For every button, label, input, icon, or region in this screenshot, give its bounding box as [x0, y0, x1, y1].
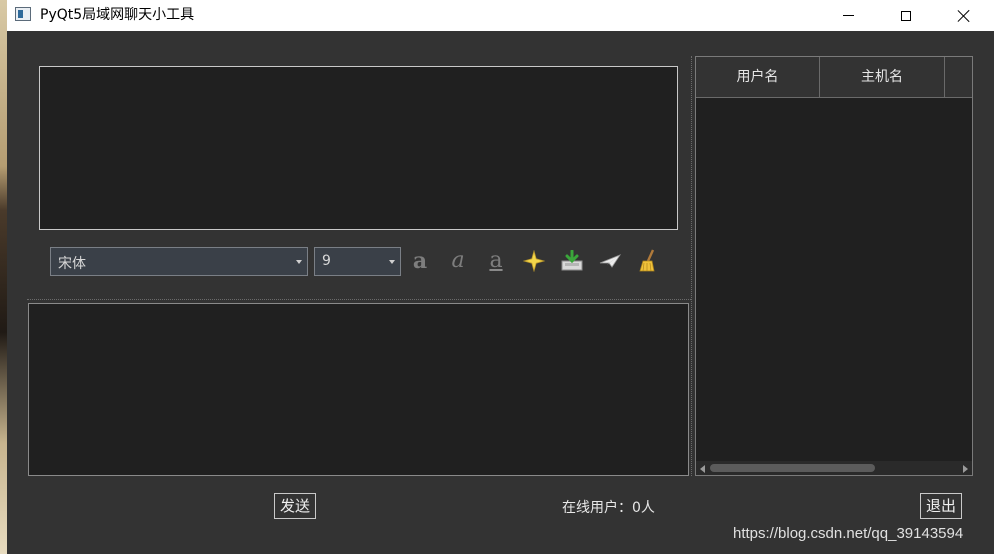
scroll-right-icon[interactable] [963, 465, 968, 473]
send-file-button[interactable] [596, 247, 624, 275]
text-color-button[interactable] [520, 247, 548, 275]
chat-window: PyQt5局域网聊天小工具 宋体 9 a a a 用户名 主机名 发送 在线用户… [7, 0, 994, 554]
send-plane-icon [599, 254, 622, 268]
maximize-icon [901, 10, 911, 21]
bold-button[interactable]: a [406, 247, 434, 275]
italic-button[interactable]: a [444, 247, 472, 275]
window-title: PyQt5局域网聊天小工具 [40, 7, 195, 23]
column-header-extra[interactable] [945, 57, 972, 97]
chevron-down-icon [296, 260, 302, 264]
desktop-background [0, 0, 7, 554]
horizontal-splitter[interactable] [27, 299, 691, 301]
scrollbar-thumb[interactable] [710, 464, 875, 472]
horizontal-scrollbar[interactable] [696, 461, 972, 475]
minimize-icon [842, 15, 854, 16]
color-icon [523, 250, 545, 272]
save-history-button[interactable] [558, 247, 586, 275]
clear-broom-icon [639, 249, 655, 272]
title-bar[interactable]: PyQt5局域网聊天小工具 [7, 0, 994, 31]
column-header-hostname[interactable]: 主机名 [820, 57, 945, 97]
message-browser[interactable] [39, 66, 678, 230]
exit-button[interactable]: 退出 [920, 493, 962, 519]
underline-icon: a [489, 248, 503, 273]
maximize-button[interactable] [877, 0, 935, 31]
font-size-combobox[interactable]: 9 [314, 247, 401, 276]
send-button[interactable]: 发送 [274, 493, 316, 519]
save-icon [561, 250, 583, 271]
font-size-combobox-value: 9 [322, 253, 331, 269]
font-combobox-value: 宋体 [58, 256, 86, 272]
vertical-splitter[interactable] [691, 56, 693, 476]
scroll-left-icon[interactable] [700, 465, 705, 473]
clear-button[interactable] [634, 247, 662, 275]
underline-button[interactable]: a [482, 247, 510, 275]
close-icon [957, 9, 971, 23]
font-combobox[interactable]: 宋体 [50, 247, 308, 276]
close-button[interactable] [935, 0, 993, 31]
user-table[interactable]: 用户名 主机名 [695, 56, 973, 476]
online-users-label: 在线用户：0人 [562, 500, 655, 516]
minimize-button[interactable] [819, 0, 877, 31]
column-header-username[interactable]: 用户名 [696, 57, 820, 97]
bold-icon: a [412, 248, 428, 274]
watermark: https://blog.csdn.net/qq_39143594 [733, 525, 964, 542]
chevron-down-icon [389, 260, 395, 264]
user-table-header: 用户名 主机名 [696, 57, 972, 98]
italic-icon: a [451, 248, 465, 273]
app-icon [15, 7, 31, 21]
message-input[interactable] [28, 303, 689, 476]
